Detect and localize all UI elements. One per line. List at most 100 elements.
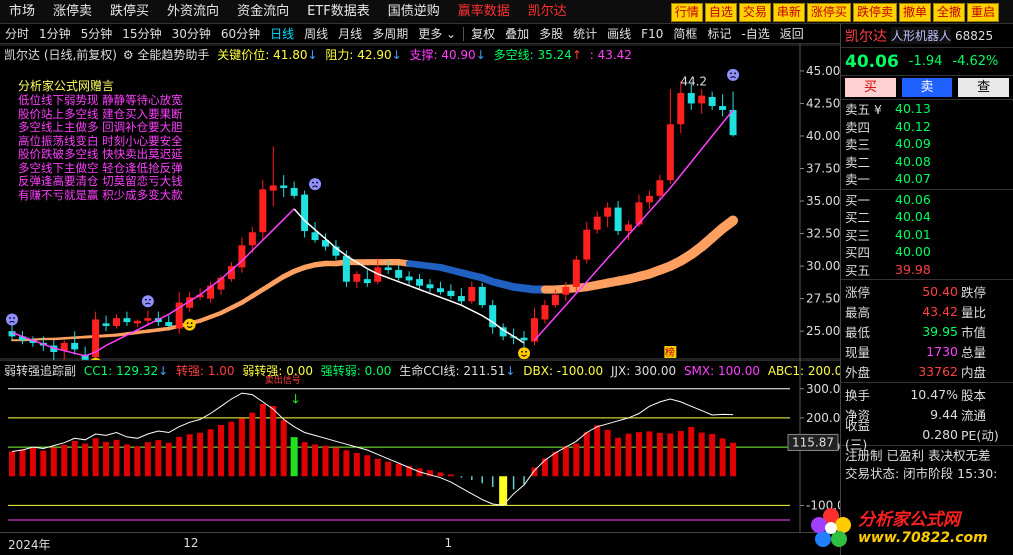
tool-mark[interactable]: 标记 bbox=[702, 24, 736, 44]
period-more-label: 更多 bbox=[418, 26, 443, 41]
quick-btn-new[interactable]: 串新 bbox=[772, 3, 805, 22]
tool-remove-watch[interactable]: -自选 bbox=[736, 24, 774, 44]
ask-level[interactable]: 卖三 40.09 bbox=[841, 135, 1013, 153]
indicator-bar bbox=[144, 442, 151, 477]
tool-stats[interactable]: 统计 bbox=[568, 24, 602, 44]
menu-stock-name[interactable]: 凯尔达 bbox=[519, 0, 576, 24]
tool-simple-frame[interactable]: 简框 bbox=[668, 24, 702, 44]
quick-btn-trade[interactable]: 交易 bbox=[738, 3, 771, 22]
period-60min[interactable]: 60分钟 bbox=[216, 24, 265, 44]
textbox-row: 多空线下主做空 轻仓逢低抢反弹 bbox=[18, 160, 183, 175]
indicator-bar bbox=[238, 418, 245, 477]
stat-label: 流通 bbox=[961, 407, 987, 423]
bid-level[interactable]: 买一 40.06 bbox=[841, 191, 1013, 209]
indicator-bar bbox=[562, 446, 569, 477]
tool-back[interactable]: 返回 bbox=[775, 24, 809, 44]
dbx-value: DBX: -100.00 bbox=[523, 364, 604, 378]
period-5min[interactable]: 5分钟 bbox=[76, 24, 118, 44]
quick-btn-dt-sell[interactable]: 跌停卖 bbox=[852, 3, 897, 22]
face-eye bbox=[312, 181, 314, 184]
ask-level[interactable]: 卖二 40.08 bbox=[841, 153, 1013, 171]
stat-value: 33762 bbox=[918, 363, 958, 379]
indicator-bar bbox=[688, 426, 695, 477]
stat-value: 43.42 bbox=[922, 303, 958, 319]
quick-btn-quote[interactable]: 行情 bbox=[670, 3, 703, 22]
period-more[interactable]: 更多 ⌄ bbox=[413, 24, 461, 44]
query-button[interactable]: 查 bbox=[958, 78, 1010, 97]
rank-badge-label: 榜 bbox=[665, 346, 675, 359]
price-tick-label: 37.50 bbox=[806, 162, 840, 176]
price-tick-label: 30.00 bbox=[806, 259, 840, 273]
candle-body bbox=[656, 180, 664, 196]
period-multi[interactable]: 多周期 bbox=[367, 24, 413, 44]
period-intraday[interactable]: 分时 bbox=[0, 24, 34, 44]
face-eye bbox=[525, 350, 527, 353]
period-daily[interactable]: 日线 bbox=[265, 24, 299, 44]
cci-line bbox=[11, 392, 734, 506]
indicator-bar bbox=[134, 446, 141, 477]
sad-icon bbox=[6, 313, 18, 326]
indicator-chart[interactable]: ↓卖出信号 300.0200.0100.0-100.0115.87 bbox=[0, 360, 840, 532]
quote-textbox: 分析家公式网赠言 低位线下弱势现 静静等待心放宽 股价站上多空线 建仓买入要果断多… bbox=[18, 78, 218, 202]
period-monthly[interactable]: 月线 bbox=[333, 24, 367, 44]
sub-indicator-name: 弱转强追踪副 bbox=[4, 364, 77, 378]
bid-level[interactable]: 买四 40.00 bbox=[841, 243, 1013, 261]
menu-foreign-flow[interactable]: 外资流向 bbox=[158, 0, 228, 24]
tool-overlay[interactable]: 叠加 bbox=[500, 24, 534, 44]
quick-btn-watchlist[interactable]: 自选 bbox=[704, 3, 737, 22]
face-eye bbox=[148, 298, 151, 301]
ask-level[interactable]: 卖一 40.07 bbox=[841, 170, 1013, 188]
candle-body bbox=[248, 232, 256, 246]
indicator-bar bbox=[491, 476, 494, 488]
ask-level[interactable]: 卖四 40.12 bbox=[841, 118, 1013, 136]
face-eye bbox=[521, 350, 523, 353]
sad-icon bbox=[141, 295, 154, 308]
indicator-bar bbox=[594, 425, 601, 477]
menu-zt-sell[interactable]: 涨停卖 bbox=[44, 0, 101, 24]
bid-level[interactable]: 买五 39.98 bbox=[841, 261, 1013, 279]
period-1min[interactable]: 1分钟 bbox=[34, 24, 76, 44]
menu-market[interactable]: 市场 bbox=[0, 0, 44, 24]
quick-btn-restart[interactable]: 重启 bbox=[966, 3, 999, 22]
sub-indicator-legend: 弱转强追踪副 CC1: 129.32↓ 转强: 1.00 弱转强: 0.00 强… bbox=[4, 362, 842, 379]
ma-segment bbox=[717, 215, 739, 234]
candle-body bbox=[301, 194, 309, 231]
tool-f10[interactable]: F10 bbox=[636, 24, 668, 44]
gear-icon[interactable]: ⚙ bbox=[123, 48, 134, 62]
quote-sector-tag[interactable]: 人形机器人 bbox=[891, 27, 952, 44]
tool-draw[interactable]: 画线 bbox=[602, 24, 636, 44]
bid-level[interactable]: 买二 40.04 bbox=[841, 208, 1013, 226]
menu-dt-buy[interactable]: 跌停买 bbox=[101, 0, 158, 24]
menu-repo[interactable]: 国债逆购 bbox=[379, 0, 449, 24]
stat-label: 外盘 bbox=[845, 364, 871, 380]
quick-btn-cancel[interactable]: 撤单 bbox=[898, 3, 931, 22]
stat-value: 0.280 bbox=[922, 426, 958, 442]
quick-btn-cancel-all[interactable]: 全撤 bbox=[932, 3, 965, 22]
ask-level-label: 卖三 bbox=[845, 137, 871, 153]
tool-adjust[interactable]: 复权 bbox=[466, 24, 500, 44]
quick-btn-zt-buy[interactable]: 涨停买 bbox=[806, 3, 851, 22]
smile-icon bbox=[518, 347, 531, 360]
trend-line-magenta bbox=[11, 208, 295, 357]
quote-code: 68825 bbox=[955, 28, 994, 43]
textbox-row: 股价跌破多空线 快快卖出莫迟延 bbox=[18, 147, 183, 161]
indicator-bar bbox=[656, 432, 663, 477]
menu-win-rate[interactable]: 赢率数据 bbox=[449, 0, 519, 24]
period-30min[interactable]: 30分钟 bbox=[167, 24, 216, 44]
tool-multi-stock[interactable]: 多股 bbox=[534, 24, 568, 44]
divider bbox=[841, 279, 1013, 280]
life-cci-value: 生命CCI线: 211.51 bbox=[399, 364, 506, 378]
period-weekly[interactable]: 周线 bbox=[299, 24, 333, 44]
menu-etf-table[interactable]: ETF数据表 bbox=[298, 0, 379, 24]
candle-body bbox=[562, 286, 570, 295]
bid-level[interactable]: 买三 40.01 bbox=[841, 226, 1013, 244]
buy-button[interactable]: 买 bbox=[845, 78, 896, 97]
menu-fund-flow[interactable]: 资金流向 bbox=[228, 0, 298, 24]
ruo-zhuan-qiang-value: 弱转强: 0.00 bbox=[242, 364, 313, 378]
ask-level[interactable]: 卖五 ¥ 40.13 bbox=[841, 100, 1013, 118]
arrow-down-icon: ↓ bbox=[391, 48, 402, 62]
price-tick-label: 27.50 bbox=[806, 292, 840, 306]
period-15min[interactable]: 15分钟 bbox=[117, 24, 166, 44]
sad-icon bbox=[309, 178, 322, 191]
sell-button[interactable]: 卖 bbox=[901, 78, 953, 97]
